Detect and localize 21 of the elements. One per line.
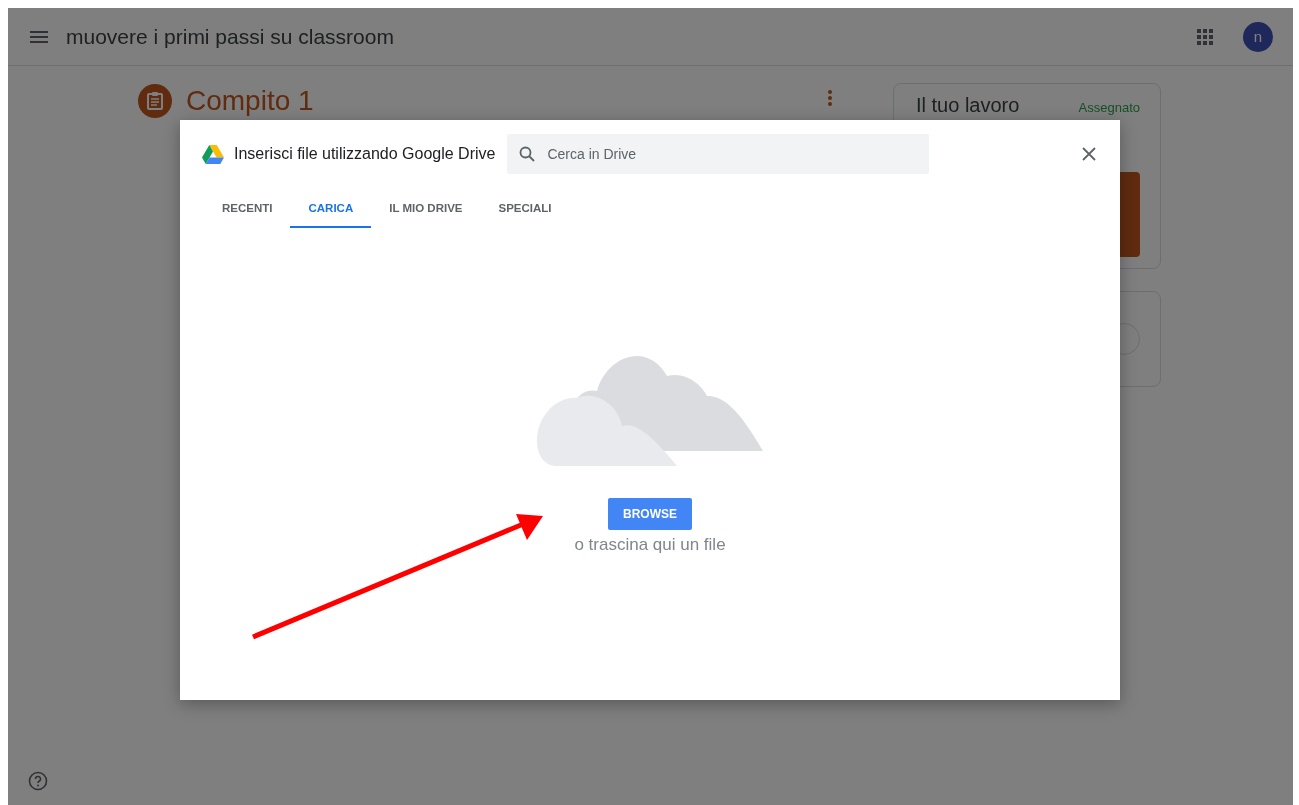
assignment-icon [138,84,172,118]
search-icon [519,146,536,162]
tab[interactable]: CARICA [290,194,372,228]
browse-button[interactable]: BROWSE [608,498,692,530]
avatar[interactable]: n [1243,21,1273,52]
more-options-icon[interactable] [828,90,832,106]
assignment-title: Compito 1 [186,84,315,118]
search-field[interactable]: Cerca in Drive [545,145,890,163]
apps-grid-icon[interactable] [1197,28,1213,45]
work-card-title: Il tuo lavoro [916,94,1020,117]
drive-logo-icon [202,144,224,164]
status-label: Assegnato [1078,100,1140,115]
dialog-title: Inserisci file utilizzando Google Drive [234,145,496,163]
tab[interactable]: IL MIO DRIVE [371,194,481,228]
search-bar[interactable]: Cerca in Drive [507,134,930,174]
help-icon[interactable] [28,771,48,791]
menu-icon[interactable] [30,30,48,43]
tab[interactable]: RECENTI [204,194,291,228]
class-title: muovere i primi passi su classroom [66,24,395,49]
drop-hint: o trascina qui un file [574,535,726,555]
tab[interactable]: SPECIALI [480,194,570,228]
